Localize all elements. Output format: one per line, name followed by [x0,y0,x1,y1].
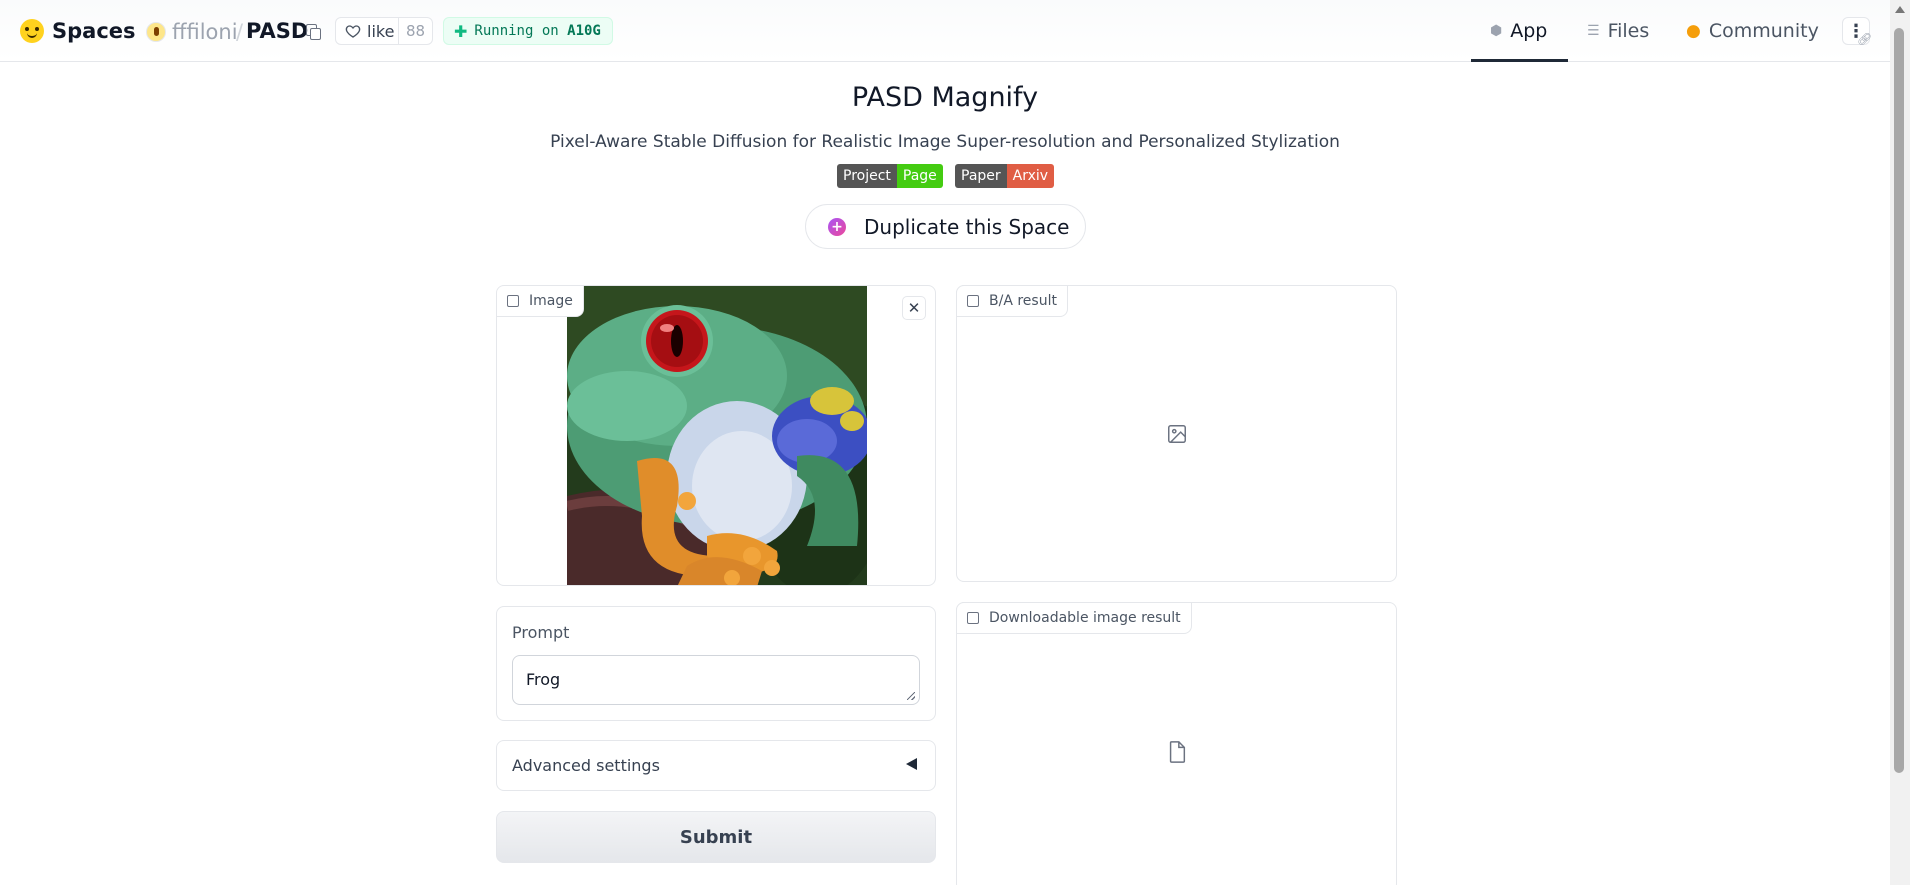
link-icon[interactable]: 🔗︎ [1857,32,1872,46]
page-title: PASD Magnify [851,82,1039,113]
ba-result-panel: B/A result [956,285,1397,582]
downloadable-result-panel: Downloadable image result [956,602,1397,885]
like-label: like [367,21,395,41]
file-icon [967,612,979,624]
like-button[interactable]: like 88 [335,17,433,45]
status-prefix: Running on [474,23,559,39]
image-label-text: Image [529,293,573,309]
clear-image-button[interactable]: ✕ [902,296,926,320]
owner-avatar[interactable] [146,22,166,42]
paper-arxiv-badge[interactable]: Paper Arxiv [955,164,1055,188]
tab-app-label: App [1510,20,1548,42]
ba-label-text: B/A result [989,293,1057,309]
page-subtitle: Pixel-Aware Stable Diffusion for Realist… [550,132,1340,152]
spaces-brand[interactable]: Spaces [52,19,136,43]
duplicate-space-button[interactable]: + Duplicate this Space [805,204,1086,249]
tab-files-label: Files [1607,20,1650,42]
breadcrumb-separator: / [236,20,244,44]
owner-link[interactable]: fffiloni [172,20,238,44]
repo-name-link[interactable]: PASD [246,19,308,43]
image-icon [967,295,979,307]
image-input-panel[interactable]: Image ✕ [496,285,936,586]
prompt-panel: Prompt Frog [496,606,936,721]
tab-community[interactable]: ● Community [1686,18,1819,44]
duplicate-label: Duplicate this Space [864,214,1070,239]
running-cross-icon: ✚ [454,21,468,41]
copy-icon[interactable] [306,24,321,40]
top-nav: Spaces fffiloni / PASD like 88 ✚ Running… [0,0,1890,62]
image-placeholder-icon [1167,424,1186,443]
advanced-settings-accordion[interactable]: Advanced settings [496,740,936,791]
duplicate-plus-icon: + [828,217,846,236]
files-icon: ☰ [1587,23,1600,39]
prompt-value: Frog [526,670,561,689]
hugging-face-logo-icon[interactable] [20,19,44,43]
submit-button[interactable]: Submit [496,811,936,863]
heart-icon [345,25,361,38]
downloadable-result-label: Downloadable image result [956,602,1192,634]
like-count[interactable]: 88 [398,18,432,44]
collapse-arrow-icon [906,758,917,770]
badge-left-label: Project [837,164,897,188]
tab-files[interactable]: ☰ Files [1587,18,1649,44]
ba-result-label: B/A result [956,285,1068,317]
page-scrollbar[interactable] [1890,0,1910,885]
tab-app[interactable]: ⬢ App [1490,18,1547,44]
badge-right-label: Arxiv [1006,164,1055,188]
badge-left-label: Paper [955,164,1007,188]
community-icon: ● [1686,21,1701,41]
prompt-label: Prompt [512,623,570,642]
advanced-settings-label: Advanced settings [512,756,660,775]
image-icon [507,295,519,307]
scroll-thumb[interactable] [1894,28,1904,773]
download-label-text: Downloadable image result [989,610,1181,626]
tab-community-label: Community [1708,20,1819,42]
cube-icon: ⬢ [1490,23,1503,39]
resize-handle-icon[interactable] [907,692,915,700]
scroll-up-arrow-icon[interactable] [1895,6,1905,13]
active-tab-indicator [1471,59,1568,62]
project-page-badge[interactable]: Project Page [837,164,943,188]
running-status-badge[interactable]: ✚ Running on A10G [443,17,613,45]
prompt-textarea[interactable]: Frog [512,655,920,705]
close-icon: ✕ [907,299,921,317]
image-input-label: Image [497,286,584,317]
status-hardware: A10G [567,23,601,39]
badge-right-label: Page [896,164,943,188]
file-placeholder-icon [1169,741,1185,763]
uploaded-frog-image [567,286,867,585]
